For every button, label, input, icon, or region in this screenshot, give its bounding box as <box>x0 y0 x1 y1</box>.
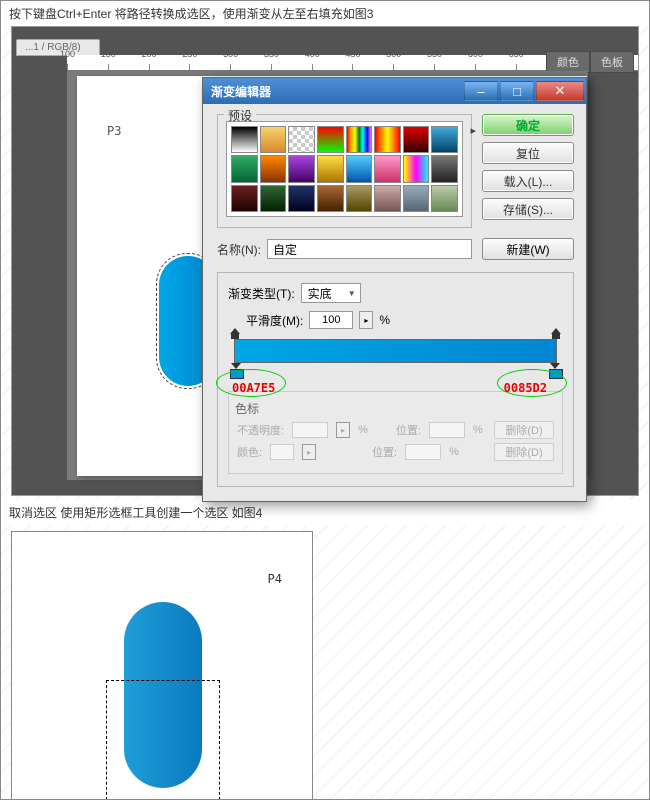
preset-swatch[interactable] <box>346 126 373 153</box>
figure-label-p4: P4 <box>268 572 282 586</box>
ruler-tick <box>434 64 475 70</box>
preset-swatch[interactable] <box>374 155 401 182</box>
rectangular-marquee-selection <box>106 680 220 800</box>
save-button[interactable]: 存储(S)... <box>482 198 574 220</box>
document-tab[interactable]: ...1 / RGB/8) <box>16 39 100 56</box>
hex-right-label: 0085D2 <box>504 381 547 395</box>
delete-opacity-stop-button: 删除(D) <box>494 421 554 439</box>
preset-swatch[interactable] <box>231 155 258 182</box>
ruler-tick <box>230 64 271 70</box>
opacity-stop-right[interactable] <box>551 329 561 339</box>
opacity-field-label: 不透明度: <box>237 422 284 438</box>
stops-group-label: 色标 <box>235 400 554 417</box>
preset-swatch[interactable] <box>231 185 258 212</box>
ruler-tick <box>271 64 312 70</box>
dialog-titlebar[interactable]: 渐变编辑器 – □ ✕ <box>203 78 586 104</box>
ruler-tick <box>67 64 108 70</box>
dialog-title: 渐变编辑器 <box>211 83 464 100</box>
preset-swatch[interactable] <box>317 155 344 182</box>
opacity-input <box>292 422 328 438</box>
color-well <box>270 444 294 460</box>
ruler-tick <box>312 64 353 70</box>
smoothness-label: 平滑度(M): <box>246 312 303 329</box>
reset-button[interactable]: 复位 <box>482 142 574 164</box>
color-position-label: 位置: <box>372 444 397 460</box>
position-field-label: 位置: <box>396 422 421 438</box>
preset-swatch[interactable] <box>431 126 458 153</box>
preset-swatch[interactable] <box>346 155 373 182</box>
ruler-tick <box>393 64 434 70</box>
preset-swatch[interactable] <box>403 185 430 212</box>
window-minimize-button[interactable]: – <box>464 81 498 101</box>
preset-swatch[interactable] <box>431 185 458 212</box>
preset-swatch[interactable] <box>260 155 287 182</box>
preset-swatch[interactable] <box>374 126 401 153</box>
preset-swatch[interactable] <box>260 185 287 212</box>
preset-swatch[interactable] <box>317 185 344 212</box>
gradient-type-select[interactable]: 实底 <box>301 283 361 303</box>
window-maximize-button[interactable]: □ <box>500 81 534 101</box>
ok-button[interactable]: 确定 <box>482 114 574 136</box>
opacity-stop-left[interactable] <box>230 329 240 339</box>
stops-group: 色标 不透明度: ▸ % 位置: % 删除(D) <box>228 391 563 474</box>
gradient-type-label: 渐变类型(T): <box>228 285 295 302</box>
color-field-label: 颜色: <box>237 444 262 460</box>
preset-swatch[interactable] <box>374 185 401 212</box>
percent-sign: % <box>379 313 390 327</box>
ruler-tick <box>189 64 230 70</box>
figure-label-p3: P3 <box>107 124 121 138</box>
delete-color-stop-button: 删除(D) <box>494 443 554 461</box>
screenshot-panel-1: ...1 / RGB/8) 颜色 色板 P3 渐变编辑器 <box>11 26 639 496</box>
gradient-name-input[interactable] <box>267 239 472 259</box>
color-dropdown-icon: ▸ <box>302 444 316 460</box>
preset-swatch[interactable] <box>317 126 344 153</box>
caption-1: 按下键盘Ctrl+Enter 将路径转换成选区，使用渐变从左至右填充如图3 <box>1 1 649 26</box>
new-gradient-button[interactable]: 新建(W) <box>482 238 574 260</box>
preset-swatch[interactable] <box>288 155 315 182</box>
color-position-input <box>405 444 441 460</box>
gradient-editor-dialog: 渐变编辑器 – □ ✕ 预设 确定 复位 载入(L)... <box>202 77 587 502</box>
preset-swatch[interactable] <box>260 126 287 153</box>
preset-swatch[interactable] <box>346 185 373 212</box>
smoothness-dropdown-icon[interactable]: ▸ <box>359 311 373 329</box>
ruler-tick <box>149 64 190 70</box>
presets-group: 预设 <box>217 114 472 228</box>
ruler-tick <box>108 64 149 70</box>
panel-tab-swatches[interactable]: 色板 <box>590 51 634 73</box>
ruler-tick <box>475 64 516 70</box>
smoothness-input[interactable] <box>309 311 353 329</box>
preset-swatch[interactable] <box>231 126 258 153</box>
opacity-position-input <box>429 422 465 438</box>
preset-swatch[interactable] <box>288 185 315 212</box>
load-button[interactable]: 载入(L)... <box>482 170 574 192</box>
preset-swatch[interactable] <box>431 155 458 182</box>
screenshot-panel-2: P4 <box>11 531 313 800</box>
caption-2: 取消选区 使用矩形选框工具创建一个选区 如图4 <box>1 500 649 525</box>
window-close-button[interactable]: ✕ <box>536 81 584 101</box>
ruler-tick <box>352 64 393 70</box>
gradient-bar[interactable]: 00A7E5 0085D2 <box>234 339 557 363</box>
name-label: 名称(N): <box>217 241 261 258</box>
hex-left-label: 00A7E5 <box>232 381 275 395</box>
preset-swatch[interactable] <box>403 155 430 182</box>
preset-swatch[interactable] <box>403 126 430 153</box>
opacity-dropdown-icon: ▸ <box>336 422 350 438</box>
panel-tab-color[interactable]: 颜色 <box>546 51 590 73</box>
preset-grid[interactable] <box>226 121 463 217</box>
preset-swatch[interactable] <box>288 126 315 153</box>
